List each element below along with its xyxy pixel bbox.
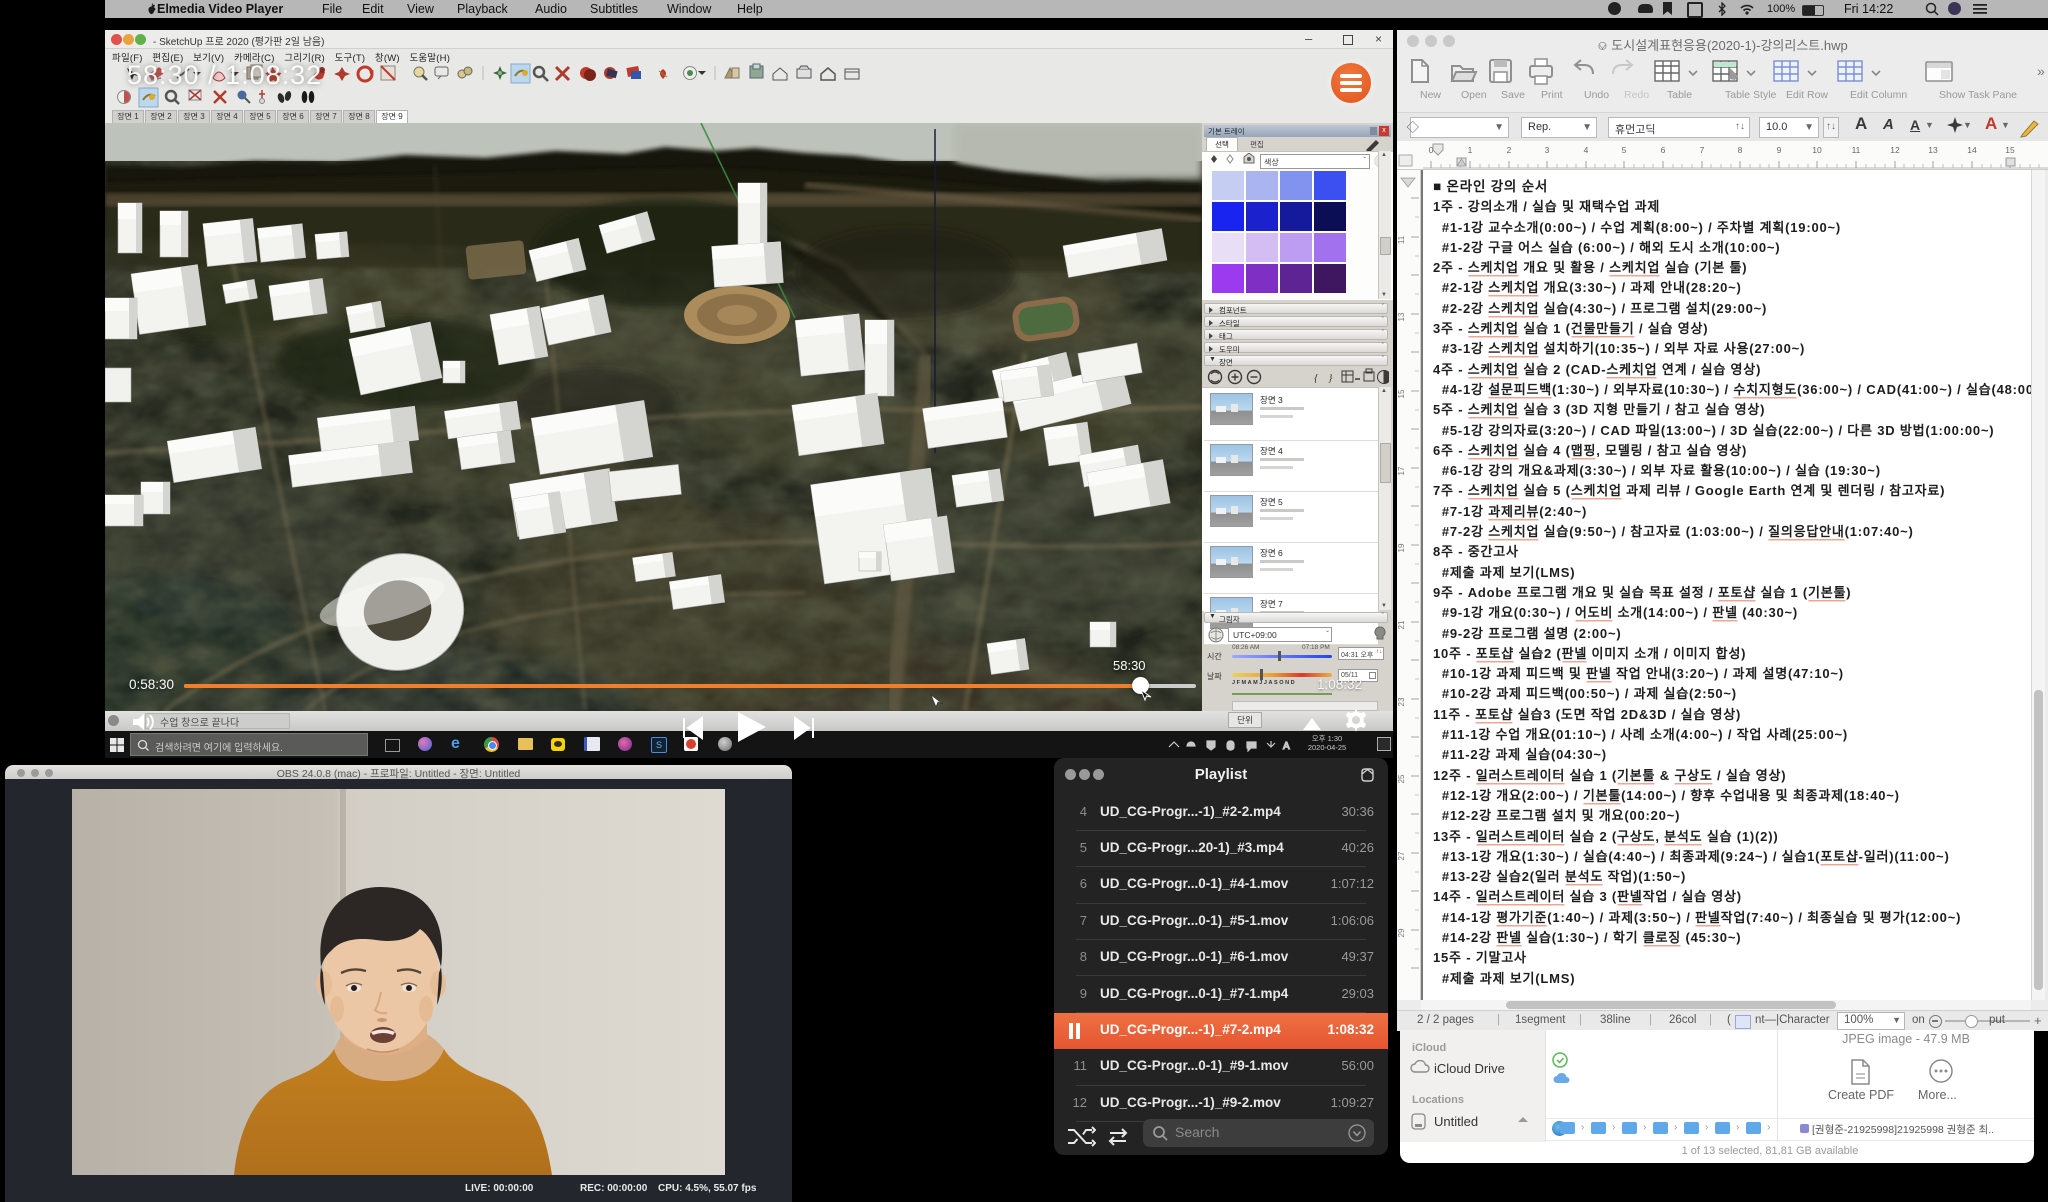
svg-text:8: 8 [1738, 145, 1743, 155]
svg-text:19: 19 [1397, 543, 1406, 552]
svg-text:11: 11 [1852, 145, 1861, 155]
svg-text:25: 25 [1397, 774, 1406, 783]
svg-text:A: A [1283, 741, 1290, 752]
svg-text:12: 12 [1890, 145, 1900, 155]
svg-text:27: 27 [1397, 851, 1406, 860]
svg-text:}: } [1328, 372, 1333, 384]
svg-text:»: » [2037, 63, 2045, 79]
svg-text:9: 9 [1777, 145, 1782, 155]
svg-text:10: 10 [1812, 145, 1822, 155]
svg-text:13: 13 [1928, 145, 1938, 155]
svg-text:6: 6 [1661, 145, 1666, 155]
svg-text:14: 14 [1967, 145, 1977, 155]
svg-text:15: 15 [1397, 389, 1406, 398]
svg-text:21: 21 [1397, 620, 1406, 629]
svg-text:29: 29 [1397, 928, 1406, 937]
svg-text:17: 17 [1397, 466, 1406, 475]
svg-text:3: 3 [1545, 145, 1550, 155]
svg-text:{: { [1314, 372, 1319, 384]
svg-text:13: 13 [1397, 312, 1406, 321]
svg-text:7: 7 [1700, 145, 1705, 155]
svg-text:5: 5 [1622, 145, 1627, 155]
svg-text:11: 11 [1397, 235, 1406, 244]
svg-text:23: 23 [1397, 697, 1406, 706]
svg-text:2: 2 [1507, 145, 1512, 155]
svg-text:15: 15 [2005, 145, 2015, 155]
svg-text:1: 1 [1468, 145, 1473, 155]
svg-text:4: 4 [1584, 145, 1589, 155]
